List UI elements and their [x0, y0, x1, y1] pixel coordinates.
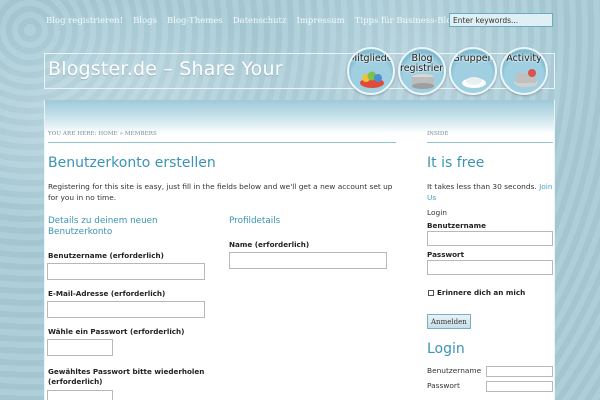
sidebar-heading: INSIDE [427, 131, 553, 143]
username-input[interactable] [47, 263, 205, 280]
bubble-label: Mitglieder [349, 53, 395, 64]
remember-label: Erinnere dich an mich [437, 288, 526, 297]
page-title: Benutzerkonto erstellen [48, 155, 216, 171]
sidebar-password-label: Passwort [427, 250, 465, 259]
intro-text: Registering for this site is easy, just … [48, 182, 393, 202]
content-panel: YOU ARE HERE: HOME » MEMBERS INSIDE Benu… [44, 100, 555, 400]
header-bubble-nav: Mitglieder Blog registriere Gruppen Acti… [347, 47, 551, 95]
password-label: Wähle ein Passwort (erforderlich) [48, 327, 185, 336]
bubble-label: Gruppen [452, 53, 494, 64]
sidebar-password-input[interactable] [427, 260, 553, 275]
nav-blog-registrieren[interactable]: Blog registrieren! [46, 16, 123, 26]
group-icon [462, 77, 486, 88]
panel-fade [45, 100, 554, 134]
bubble-mitglieder[interactable]: Mitglieder [347, 47, 395, 95]
login-username-input[interactable] [486, 366, 553, 377]
activity-icon [514, 69, 538, 87]
password-repeat-label: Gewähltes Passwort bitte wiederholen (er… [48, 367, 205, 386]
name-label: Name (erforderlich) [229, 240, 310, 249]
email-label: E-Mail-Adresse (erforderlich) [48, 289, 166, 298]
bubble-label: Blog registriere [400, 53, 446, 74]
sidebar-text: It takes less than 30 seconds. Join Us [427, 181, 555, 203]
bubble-gruppen[interactable]: Gruppen [449, 47, 497, 95]
nav-tipps[interactable]: Tipps für Business-Blog [355, 16, 457, 26]
bubble-blog-registrieren[interactable]: Blog registriere [398, 47, 446, 95]
name-input[interactable] [229, 252, 387, 269]
login-title: Login [427, 341, 465, 357]
profile-heading: Profildetails [229, 216, 281, 226]
remember-checkbox[interactable] [428, 290, 434, 296]
password-repeat-input[interactable] [47, 390, 113, 400]
sidebar-title: It is free [427, 155, 485, 171]
nav-blogs[interactable]: Blogs [133, 16, 157, 26]
login-password-input[interactable] [486, 381, 553, 392]
bubble-activity[interactable]: Activity [500, 47, 548, 95]
members-icon [360, 71, 384, 88]
nav-datenschutz[interactable]: Datenschutz [233, 16, 287, 26]
bubble-label: Activity [506, 53, 542, 64]
account-heading: Details zu deinem neuen Benutzerkonto [48, 216, 158, 237]
sidebar-text-body: It takes less than 30 seconds. [427, 182, 537, 191]
nav-blog-themes[interactable]: Blog-Themes [167, 16, 223, 26]
search-input[interactable] [449, 13, 553, 27]
login-username-label: Benutzername [427, 366, 482, 375]
sidebar-username-label: Benutzername [427, 221, 486, 230]
login-small-label: Login [427, 208, 447, 217]
login-password-label: Passwort [427, 381, 460, 390]
email-input[interactable] [47, 301, 205, 318]
sidebar-username-input[interactable] [427, 231, 553, 246]
breadcrumb: YOU ARE HERE: HOME » MEMBERS [48, 131, 396, 143]
site-title[interactable]: Blogster.de – Share Your [48, 58, 283, 80]
login-button[interactable]: Anmelden [427, 314, 471, 329]
nav-impressum[interactable]: Impressum [296, 16, 344, 26]
top-nav: Blog registrieren! Blogs Blog-Themes Dat… [46, 12, 473, 30]
password-input[interactable] [47, 339, 113, 356]
username-label: Benutzername (erforderlich) [48, 251, 164, 260]
